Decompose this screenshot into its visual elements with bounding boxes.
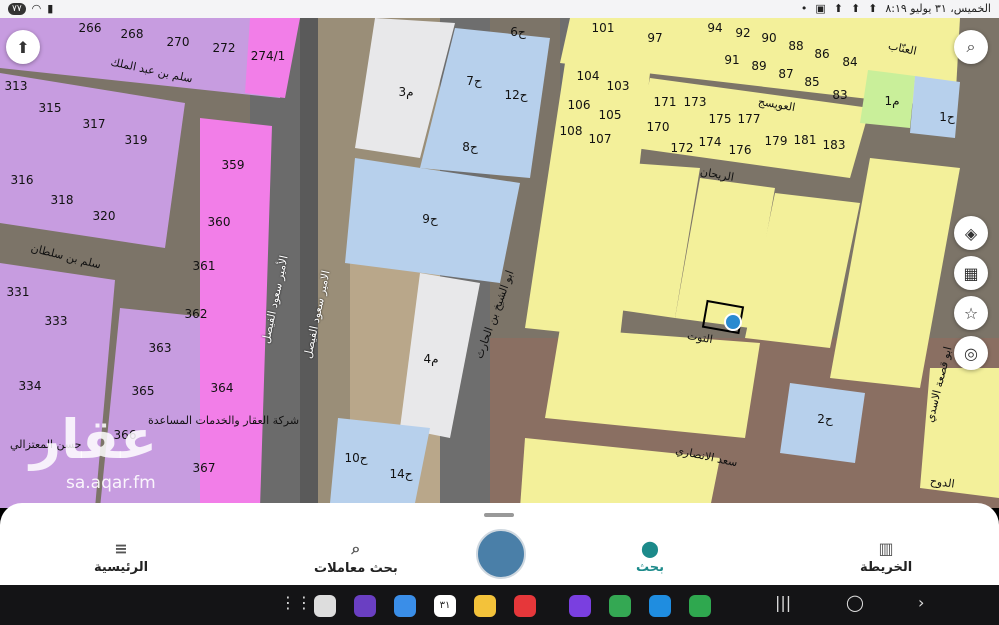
- layers-button[interactable]: ◈: [954, 216, 988, 250]
- play-store-icon[interactable]: [609, 595, 631, 617]
- nav-transactions-label: بحث معاملات: [314, 561, 398, 576]
- map-view[interactable]: 266 268 270 272 274/1 313 315 317 319 31…: [0, 18, 999, 508]
- nav-search-label: بحث: [636, 560, 665, 575]
- status-left: ٧٧ ◠ ▮: [8, 2, 53, 15]
- grid-icon: ▦: [963, 263, 979, 283]
- apps-grid-icon[interactable]: ⋮⋮: [280, 593, 312, 612]
- home-button[interactable]: ◯: [846, 593, 864, 612]
- messages-app-icon[interactable]: [394, 595, 416, 617]
- calendar-app-icon[interactable]: ٣١: [434, 595, 456, 617]
- nav-map[interactable]: ▥ الخريطة: [860, 539, 912, 575]
- message-icon: ▣: [815, 2, 826, 15]
- recents-button[interactable]: |||: [775, 593, 791, 612]
- battery-indicator: ٧٧: [8, 2, 26, 15]
- grid-button[interactable]: ▦: [954, 256, 988, 290]
- camera-app-icon[interactable]: [314, 595, 336, 617]
- layers-icon: ◈: [964, 223, 978, 243]
- wifi-icon: ◠: [31, 2, 42, 15]
- edge-app-icon[interactable]: [649, 595, 671, 617]
- notification-icon-2: ⬆: [850, 2, 861, 15]
- dot-icon: •: [800, 2, 808, 15]
- back-button[interactable]: ›: [918, 593, 924, 612]
- notification-icon-3: ⬆: [833, 2, 843, 15]
- system-taskbar: ⋮⋮ ٣١ ||| ◯ ›: [0, 585, 999, 625]
- star-icon: ☆: [963, 303, 979, 323]
- map-icon: ▥: [878, 539, 894, 558]
- nav-transactions[interactable]: ⌕ بحث معاملات: [314, 539, 398, 576]
- store-app-icon[interactable]: [569, 595, 591, 617]
- search-button[interactable]: ⌕: [954, 30, 988, 64]
- nav-home[interactable]: ≡ الرئيسية: [94, 539, 148, 575]
- files-app-icon[interactable]: [474, 595, 496, 617]
- menu-icon: ≡: [114, 539, 128, 558]
- watermark-logo: عقار: [30, 408, 158, 471]
- compass-button[interactable]: ⬆: [6, 30, 40, 64]
- watermark-url: sa.aqar.fm: [66, 473, 156, 493]
- nav-search[interactable]: ⬤ بحث: [636, 539, 664, 575]
- browser-app-icon[interactable]: [354, 595, 376, 617]
- app-logo-button[interactable]: [476, 529, 526, 579]
- locate-button[interactable]: ◎: [954, 336, 988, 370]
- nav-map-label: الخريطة: [860, 560, 913, 575]
- locate-icon: ◎: [964, 343, 978, 363]
- compass-icon: ⬆: [16, 37, 30, 57]
- sheet-handle[interactable]: [484, 513, 514, 517]
- status-datetime: الخميس، ٣١ يوليو ٨:١٩: [885, 2, 991, 15]
- search-icon: ⌕: [966, 37, 976, 56]
- status-bar: ٧٧ ◠ ▮ الخميس، ٣١ يوليو ٨:١٩ ⬆ ⬆ ⬆ ▣ •: [0, 0, 999, 18]
- status-right: الخميس، ٣١ يوليو ٨:١٩ ⬆ ⬆ ⬆ ▣ •: [801, 2, 991, 15]
- company-label: شركة العقار والخدمات المساعدة: [148, 414, 300, 427]
- signal-icon: ▮: [47, 2, 54, 15]
- maps-app-icon[interactable]: [689, 595, 711, 617]
- notes-app-icon[interactable]: [514, 595, 536, 617]
- notification-icon: ⬆: [868, 2, 878, 15]
- location-pin-icon: ⬤: [641, 539, 659, 558]
- search-icon: ⌕: [351, 539, 361, 558]
- favorite-button[interactable]: ☆: [954, 296, 988, 330]
- nav-home-label: الرئيسية: [94, 560, 149, 575]
- bottom-navigation: ▥ الخريطة ⬤ بحث ⌕ بحث معاملات ≡ الرئيسية: [0, 503, 999, 585]
